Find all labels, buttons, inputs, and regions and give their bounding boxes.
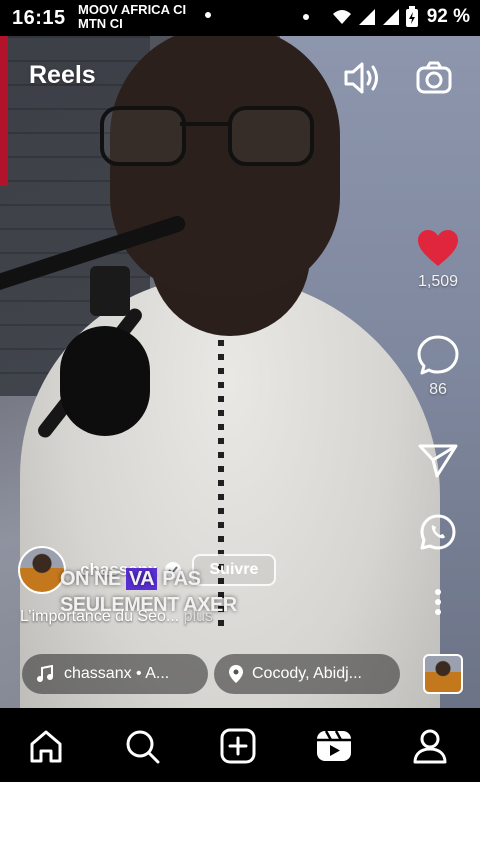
audio-thumbnail[interactable] (423, 654, 463, 694)
battery-icon (405, 6, 418, 27)
subtitle-highlight: VA (125, 568, 158, 590)
like-count: 1,509 (417, 273, 459, 290)
more-link[interactable]: plus (179, 608, 213, 625)
comment-count: 86 (429, 381, 447, 398)
mic-clamp (90, 266, 130, 316)
reels-icon[interactable] (314, 726, 354, 766)
screen-edge (0, 36, 8, 186)
signal-icon (358, 9, 375, 25)
whatsapp-share-button[interactable] (414, 512, 462, 557)
create-icon[interactable] (218, 726, 258, 766)
search-icon[interactable] (122, 726, 162, 766)
audio-pill[interactable]: chassanx • A... (22, 654, 208, 694)
glasses-bridge (180, 122, 230, 126)
glasses-lens-right (228, 106, 314, 166)
location-pill[interactable]: Cocody, Abidj... (214, 654, 400, 694)
status-bar: 16:15 MOOV AFRICA CI MTN CI 92 % (0, 0, 480, 36)
home-icon[interactable] (26, 726, 66, 766)
glasses (100, 106, 330, 166)
notification-dot-icon (205, 12, 211, 18)
microphone (60, 326, 150, 436)
status-icons: 92 % (302, 6, 470, 28)
carrier-1: MOOV AFRICA CI (78, 2, 187, 17)
profile-icon[interactable] (410, 726, 450, 766)
page-title: Reels (29, 61, 96, 89)
status-time: 16:15 (12, 7, 66, 29)
subtitle-part: ON NE (60, 568, 126, 590)
system-blank-area (0, 782, 480, 854)
comment-icon (417, 335, 459, 375)
send-icon (418, 444, 458, 478)
battery-percent: 92 % (426, 6, 470, 27)
like-button[interactable]: 1,509 (414, 228, 462, 291)
avatar[interactable] (18, 546, 66, 594)
camera-icon[interactable] (414, 58, 454, 98)
glasses-lens-left (100, 106, 186, 166)
more-vertical-icon (435, 589, 441, 615)
location-pin-icon (229, 665, 243, 683)
audio-label: chassanx • A... (64, 665, 170, 682)
signal-icon-2 (382, 9, 399, 25)
notification-dot-icon (302, 14, 309, 20)
more-options-button[interactable] (414, 588, 462, 621)
post-caption[interactable]: L’importance du Seo... plus (20, 608, 213, 626)
music-note-icon (37, 665, 53, 682)
caption-text: L’importance du Seo... (20, 608, 180, 625)
carrier-info: MOOV AFRICA CI MTN CI (78, 3, 186, 31)
share-button[interactable] (414, 440, 462, 485)
person-head (110, 36, 340, 296)
whatsapp-icon (420, 514, 456, 550)
bottom-nav (0, 708, 480, 782)
comment-button[interactable]: 86 (414, 334, 462, 399)
heart-icon (418, 230, 458, 266)
carrier-2: MTN CI (78, 16, 123, 31)
speaker-icon[interactable] (342, 58, 382, 98)
location-label: Cocody, Abidj... (252, 665, 362, 682)
wifi-icon (332, 10, 351, 24)
subtitle-part: PAS (157, 568, 201, 590)
